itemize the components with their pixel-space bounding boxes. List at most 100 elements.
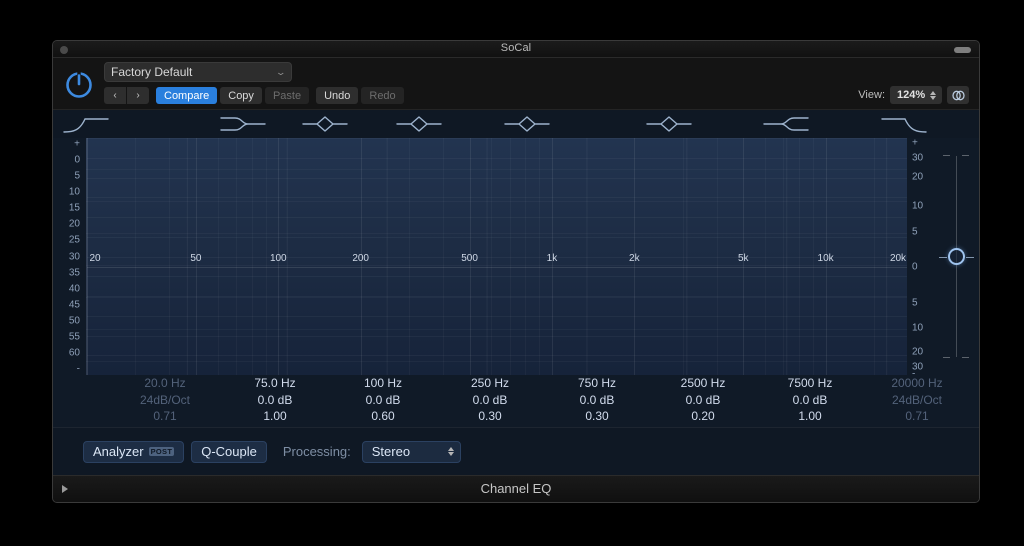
analyzer-db-tick: 15	[53, 203, 86, 214]
eq-db-tick: 20	[907, 172, 939, 183]
analyzer-db-tick: 50	[53, 315, 86, 326]
eq-graph[interactable]: 20501002005001k2k5k10k20k	[86, 138, 907, 375]
analyzer-db-tick: 25	[53, 235, 86, 246]
band-7-type-high-shelf-icon[interactable]	[758, 113, 814, 135]
master-gain-label: Gain	[962, 375, 980, 392]
band-6-values: 2500 Hz0.0 dB0.20	[649, 375, 757, 425]
processing-mode-value: Stereo	[372, 444, 448, 459]
band-2-freq-field[interactable]: 75.0 Hz	[221, 375, 329, 392]
band-4-freq-field[interactable]: 250 Hz	[436, 375, 544, 392]
view-zoom-stepper[interactable]: 124%	[890, 86, 942, 104]
master-gain-values: Gain0.0 dB	[962, 375, 980, 408]
db-gridline	[87, 336, 907, 337]
band-1-values: 20.0 Hz24dB/Oct0.71	[111, 375, 219, 425]
freq-tick-label: 5k	[738, 253, 749, 264]
band-6-type-bell-peak-icon[interactable]	[641, 113, 697, 135]
analyzer-db-tick: -	[53, 364, 86, 375]
view-zoom-value: 124%	[897, 89, 925, 101]
undo-button[interactable]: Undo	[316, 87, 358, 104]
gain-handle[interactable]	[948, 248, 965, 265]
band-3-freq-field[interactable]: 100 Hz	[329, 375, 437, 392]
freq-tick-label: 10k	[818, 253, 834, 264]
processing-mode-select[interactable]: Stereo	[362, 441, 461, 463]
freq-tick-label: 20	[89, 253, 100, 264]
copy-button[interactable]: Copy	[220, 87, 262, 104]
master-gain-slider[interactable]	[939, 138, 973, 375]
q-couple-button[interactable]: Q-Couple	[191, 441, 267, 463]
zero-db-line	[87, 267, 907, 268]
band-7-values: 7500 Hz0.0 dB1.00	[756, 375, 864, 425]
freq-tick-label: 1k	[547, 253, 558, 264]
analyzer-db-tick: 55	[53, 331, 86, 342]
band-1-gain-field[interactable]: 24dB/Oct	[111, 392, 219, 409]
db-gridline	[87, 355, 907, 356]
band-4-gain-field[interactable]: 0.0 dB	[436, 392, 544, 409]
band-7-gain-field[interactable]: 0.0 dB	[756, 392, 864, 409]
analyzer-db-tick: 30	[53, 251, 86, 262]
link-chain-icon[interactable]	[947, 86, 969, 104]
band-6-q-field[interactable]: 0.20	[649, 408, 757, 425]
header-button-row: ‹ › Compare Copy Paste Undo Redo	[104, 87, 404, 104]
band-4-type-bell-peak-icon[interactable]	[391, 113, 447, 135]
band-5-freq-field[interactable]: 750 Hz	[543, 375, 651, 392]
band-4-q-field[interactable]: 0.30	[436, 408, 544, 425]
gain-tick	[962, 155, 969, 156]
stepper-arrows-icon[interactable]	[930, 91, 936, 100]
plugin-footer: Channel EQ	[53, 475, 979, 502]
band-6-gain-field[interactable]: 0.0 dB	[649, 392, 757, 409]
eq-db-tick: 30	[907, 153, 939, 164]
eq-db-tick: 5	[907, 297, 939, 308]
chevron-down-icon: ⌄	[276, 67, 287, 78]
db-gridline	[87, 178, 907, 179]
eq-db-tick: 10	[907, 200, 939, 211]
band-7-freq-field[interactable]: 7500 Hz	[756, 375, 864, 392]
band-1-q-field[interactable]: 0.71	[111, 408, 219, 425]
band-8-values: 20000 Hz24dB/Oct0.71	[863, 375, 971, 425]
freq-tick-label: 50	[190, 253, 201, 264]
band-2-q-field[interactable]: 1.00	[221, 408, 329, 425]
eq-options-bar: Analyzer POST Q-Couple Processing: Stere…	[53, 427, 979, 475]
band-8-freq-field[interactable]: 20000 Hz	[863, 375, 971, 392]
gain-tick	[962, 357, 969, 358]
band-3-values: 100 Hz0.0 dB0.60	[329, 375, 437, 425]
eq-db-tick: 5	[907, 226, 939, 237]
band-3-gain-field[interactable]: 0.0 dB	[329, 392, 437, 409]
band-6-freq-field[interactable]: 2500 Hz	[649, 375, 757, 392]
band-1-type-highpass-filter-icon[interactable]	[58, 113, 114, 135]
plugin-name: Channel EQ	[53, 481, 979, 496]
master-gain-field[interactable]: 0.0 dB	[962, 392, 980, 409]
paste-button[interactable]: Paste	[265, 87, 309, 104]
db-gridline	[87, 158, 907, 159]
prev-preset-button[interactable]: ‹	[104, 87, 126, 104]
band-1-freq-field[interactable]: 20.0 Hz	[111, 375, 219, 392]
stepper-arrows-icon[interactable]	[448, 447, 454, 456]
power-icon[interactable]	[62, 68, 96, 102]
preset-dropdown[interactable]: Factory Default ⌄	[104, 62, 292, 82]
db-gridline	[87, 217, 907, 218]
freq-tick-label: 200	[352, 253, 369, 264]
band-5-type-bell-peak-icon[interactable]	[499, 113, 555, 135]
band-5-gain-field[interactable]: 0.0 dB	[543, 392, 651, 409]
band-8-q-field[interactable]: 0.71	[863, 408, 971, 425]
band-8-type-lowpass-filter-icon[interactable]	[876, 113, 932, 135]
analyzer-db-tick: 45	[53, 299, 86, 310]
analyzer-button[interactable]: Analyzer POST	[83, 441, 184, 463]
band-5-q-field[interactable]: 0.30	[543, 408, 651, 425]
redo-button[interactable]: Redo	[361, 87, 403, 104]
next-preset-button[interactable]: ›	[127, 87, 149, 104]
analyzer-db-tick: 0	[53, 155, 86, 166]
freq-tick-label: 20k	[890, 253, 906, 264]
analyzer-post-badge[interactable]: POST	[149, 447, 175, 457]
processing-label: Processing:	[283, 444, 351, 459]
band-8-gain-field[interactable]: 24dB/Oct	[863, 392, 971, 409]
band-3-type-bell-peak-icon[interactable]	[297, 113, 353, 135]
band-2-gain-field[interactable]: 0.0 dB	[221, 392, 329, 409]
resize-pill[interactable]	[954, 47, 971, 53]
eq-db-tick: 0	[907, 262, 939, 273]
compare-button[interactable]: Compare	[156, 87, 217, 104]
band-7-q-field[interactable]: 1.00	[756, 408, 864, 425]
band-2-type-low-shelf-icon[interactable]	[215, 113, 271, 135]
band-3-q-field[interactable]: 0.60	[329, 408, 437, 425]
freq-tick-label: 2k	[629, 253, 640, 264]
view-controls: View: 124%	[858, 86, 969, 104]
